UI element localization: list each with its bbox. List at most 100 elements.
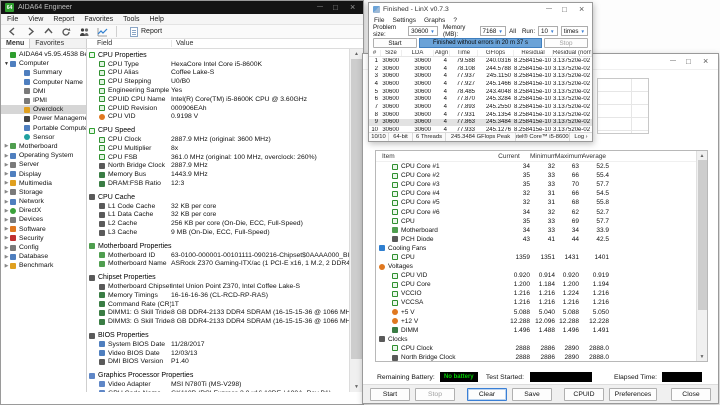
field-row[interactable]: CPU Type HexaCore Intel Core i5-8600K: [89, 60, 349, 69]
menu-item-file[interactable]: File: [374, 17, 384, 24]
chevron-right-icon[interactable]: ▶: [3, 208, 10, 214]
linx-titlebar[interactable]: Finished - LinX v0.7.3: [369, 3, 592, 16]
field-row[interactable]: L3 Cache 9 MB (On-Die, ECC, Full-Speed): [89, 228, 349, 237]
status-segment-5[interactable]: Log ›: [570, 133, 592, 141]
forward-icon[interactable]: [24, 26, 36, 37]
field-row[interactable]: Memory Bus 1443.9 MHz: [89, 170, 349, 179]
column-header-field[interactable]: Field: [97, 40, 112, 47]
back-icon[interactable]: [6, 26, 18, 37]
chevron-right-icon[interactable]: ▶: [3, 254, 10, 260]
sidebar-item-overclock[interactable]: Overclock: [1, 105, 86, 115]
sidebar-item-config[interactable]: ▶ Config: [1, 243, 86, 252]
minimize-icon[interactable]: [546, 6, 554, 14]
field-row[interactable]: L1 Data Cache 32 KB per core: [89, 211, 349, 220]
sidebar-item-power-management[interactable]: Power Management: [1, 114, 86, 123]
memory-select[interactable]: 7168 ▼: [479, 26, 507, 36]
stats-row[interactable]: CPU Core #3 35 33 70 57.7: [376, 180, 696, 189]
table-row[interactable]: 6 30600 30600 4 77.870 245.3284 8.258415e-10 3.…: [369, 95, 592, 103]
sidebar-item-sensor[interactable]: Sensor: [1, 133, 86, 142]
chevron-right-icon[interactable]: ▶: [3, 226, 10, 232]
scroll-up-icon[interactable]: ▲: [697, 151, 707, 160]
chevron-right-icon[interactable]: ▶: [3, 153, 10, 159]
chevron-right-icon[interactable]: ▶: [3, 235, 10, 241]
stats-row[interactable]: CPU VID 0.920 0.914 0.920 0.919: [376, 271, 696, 280]
stats-row[interactable]: Motherboard 34 33 34 33.9: [376, 226, 696, 235]
sidebar-item-display[interactable]: ▶ Display: [1, 169, 86, 178]
table-row[interactable]: 5 30600 30600 4 78.485 243.4048 8.258415e-10 3.…: [369, 88, 592, 96]
maximize-icon[interactable]: [686, 57, 694, 66]
stats-row[interactable]: +12 V 12.288 12.096 12.288 12.228: [376, 317, 696, 326]
close-button[interactable]: Close: [671, 387, 711, 401]
column-header-item[interactable]: #: [369, 49, 381, 56]
field-row[interactable]: Memory Timings 16-16-16-36 (CL-RCD-RP-RAS…: [89, 291, 349, 300]
cpuid-button[interactable]: CPUID: [564, 387, 604, 401]
sidebar-item-portable-computer[interactable]: Portable Computer: [1, 124, 86, 133]
field-row[interactable]: Motherboard Name ASRock Z370 Gaming-ITX/a…: [89, 260, 349, 269]
start-button[interactable]: Start: [370, 387, 410, 401]
sidebar-item-multimedia[interactable]: ▶ Multimedia: [1, 179, 86, 188]
scrollbar-thumb[interactable]: [698, 160, 707, 310]
menu-item-view[interactable]: View: [28, 16, 43, 23]
column-header-value[interactable]: Value: [171, 40, 193, 47]
menu-item-file[interactable]: File: [7, 16, 18, 23]
stats-row[interactable]: CPU Core 1.200 1.184 1.200 1.194: [376, 280, 696, 289]
stats-row[interactable]: CPU 1359 1351 1431 1401: [376, 253, 696, 262]
sidebar-item-computer-name[interactable]: Computer Name: [1, 78, 86, 87]
clear-button[interactable]: Clear: [467, 387, 507, 401]
menu-item-favorites[interactable]: Favorites: [84, 16, 113, 23]
column-header-align[interactable]: Align: [434, 49, 450, 56]
table-row[interactable]: 3 30600 30600 4 77.937 245.1150 8.258415e-10 3.…: [369, 72, 592, 80]
stats-row[interactable]: VCCIO 1.216 1.216 1.224 1.216: [376, 289, 696, 298]
chevron-right-icon[interactable]: ▶: [3, 217, 10, 223]
field-row[interactable]: L1 Code Cache 32 KB per core: [89, 202, 349, 211]
menu-item-help[interactable]: Help: [149, 16, 163, 23]
sidebar-item-software[interactable]: ▶ Software: [1, 225, 86, 234]
column-header-average[interactable]: Average: [579, 153, 609, 160]
chevron-right-icon[interactable]: ▶: [3, 171, 10, 177]
scrollbar-thumb[interactable]: [351, 59, 362, 359]
stats-scrollbar[interactable]: ▲ ▼: [696, 151, 707, 361]
field-row[interactable]: CPUID CPU Name Intel(R) Core(TM) i5-8600K…: [89, 95, 349, 104]
sidebar-item-dmi[interactable]: DMI: [1, 87, 86, 96]
field-row[interactable]: CPU Stepping U0/B0: [89, 77, 349, 86]
column-header-maximum[interactable]: Maximum: [555, 153, 583, 160]
stats-row-group[interactable]: Voltages: [376, 262, 696, 271]
field-row[interactable]: GPU Code Name GK110B (PCI Express 3.0 x16…: [89, 389, 349, 392]
maximize-icon[interactable]: [333, 3, 341, 12]
stats-row[interactable]: CPU Core #5 32 31 68 55.8: [376, 198, 696, 207]
close-icon[interactable]: [702, 56, 710, 66]
chevron-right-icon[interactable]: ▶: [3, 189, 10, 195]
column-header-current[interactable]: Current: [488, 153, 530, 160]
stats-row[interactable]: CPU Clock 2888 2886 2890 2888.0: [376, 344, 696, 353]
refresh-icon[interactable]: [60, 26, 72, 37]
maximize-icon[interactable]: [562, 5, 570, 14]
tab-favorites[interactable]: Favorites: [30, 39, 69, 48]
column-header-gflops[interactable]: GFlops: [478, 49, 514, 56]
column-header-residual-norm[interactable]: Residual (norm.): [553, 49, 592, 56]
scroll-down-icon[interactable]: ▼: [697, 352, 707, 361]
chart-icon[interactable]: [96, 26, 108, 37]
stats-row-group[interactable]: Cooling Fans: [376, 244, 696, 253]
field-row[interactable]: Video Adapter MSI N780Ti (MS-V298): [89, 380, 349, 389]
field-row[interactable]: CPU Alias Coffee Lake-S: [89, 69, 349, 78]
field-row[interactable]: Motherboard Chipset Intel Union Point Z37…: [89, 282, 349, 291]
field-row[interactable]: CPU FSB 361.0 MHz (original: 100 MHz, ove…: [89, 153, 349, 162]
aida64-titlebar[interactable]: 64 AIDA64 Engineer: [1, 1, 363, 14]
table-row[interactable]: 9 30600 30600 4 77.863 245.3484 8.258415e-10 3.…: [369, 118, 592, 127]
field-row[interactable]: CPU Clock 2887.9 MHz (original: 3600 MHz): [89, 135, 349, 144]
minimize-icon[interactable]: [670, 58, 678, 66]
sidebar-item-network[interactable]: ▶ Network: [1, 197, 86, 206]
field-row[interactable]: DRAM:FSB Ratio 12:3: [89, 179, 349, 188]
sidebar-item-computer[interactable]: ▼ Computer: [1, 59, 86, 68]
sidebar-item-motherboard[interactable]: ▶ Motherboard: [1, 142, 86, 151]
field-row[interactable]: L2 Cache 256 KB per core (On-Die, ECC, Fu…: [89, 219, 349, 228]
preferences-button[interactable]: Preferences: [609, 387, 657, 401]
chevron-right-icon[interactable]: ▶: [3, 263, 10, 269]
minimize-icon[interactable]: [317, 4, 325, 12]
start-button[interactable]: Start: [373, 38, 417, 48]
stats-row[interactable]: PCH Diode 43 41 44 42.5: [376, 235, 696, 244]
sidebar-item-summary[interactable]: Summary: [1, 68, 86, 77]
up-icon[interactable]: [42, 26, 54, 37]
field-row[interactable]: North Bridge Clock 2887.9 MHz: [89, 162, 349, 171]
field-row[interactable]: Engineering Sample Yes: [89, 86, 349, 95]
